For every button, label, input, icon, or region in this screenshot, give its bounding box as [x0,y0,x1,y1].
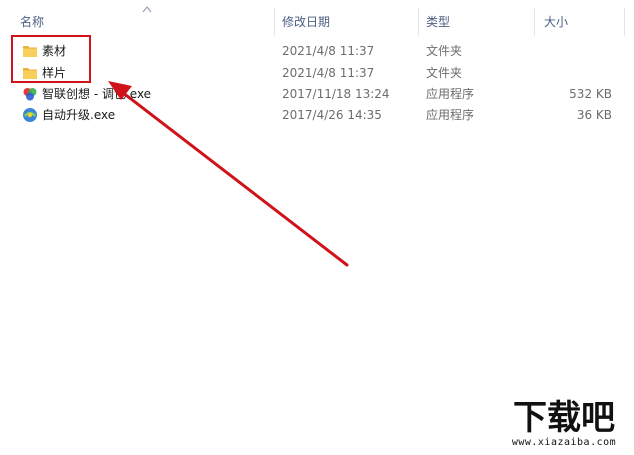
annotation-arrow-icon [108,81,349,267]
xiazaiba-logo-icon: 下载吧 [498,395,630,437]
watermark: 下载吧 www.xiazaiba.com [498,395,630,451]
watermark-url: www.xiazaiba.com [511,437,617,448]
svg-text:下载吧: 下载吧 [513,398,615,437]
